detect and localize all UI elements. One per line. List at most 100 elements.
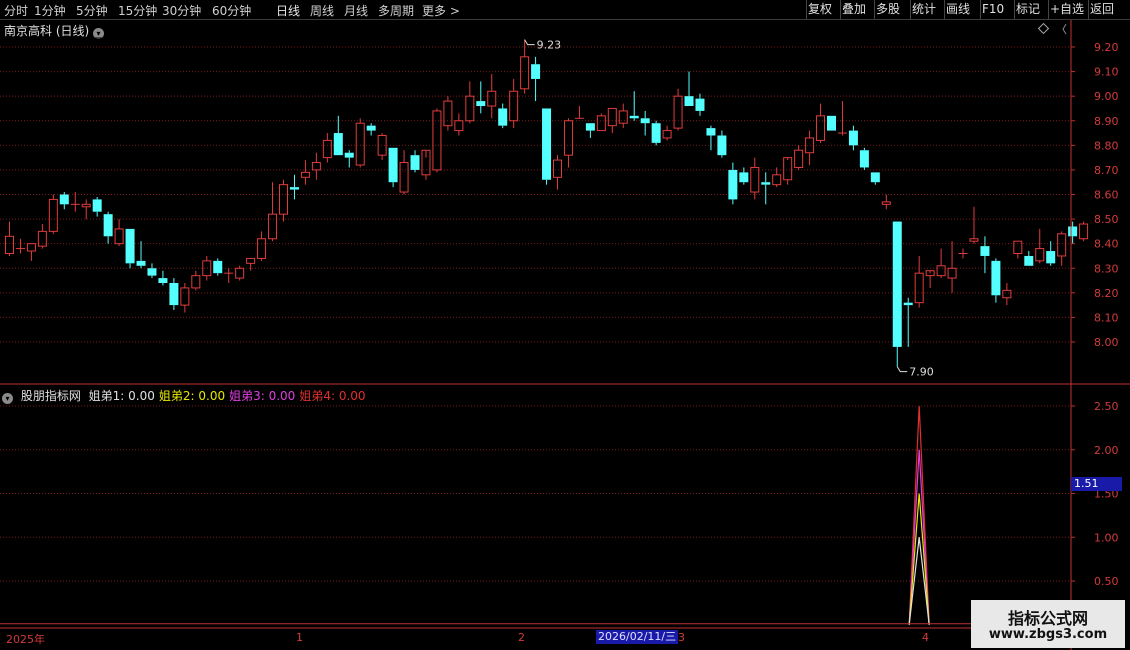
indicator-series-2: 姐弟2: 0.00 [158, 389, 226, 403]
watermark-title: 指标公式网 [1007, 609, 1088, 628]
candle-body [739, 172, 749, 183]
candle-body [695, 98, 705, 111]
indicator-values: 姐弟1: 0.00 姐弟2: 0.00 姐弟3: 0.00 姐弟4: 0.00 [89, 389, 370, 403]
candle-body [59, 194, 69, 205]
candle-body [48, 198, 58, 232]
candle-body [202, 260, 212, 277]
candle-body [388, 147, 398, 183]
candle-body [279, 184, 288, 215]
candle-body [728, 169, 738, 200]
candle-body [772, 174, 782, 186]
candle-body [794, 149, 804, 168]
candle-body [596, 115, 606, 132]
candle-body [213, 260, 223, 274]
candle-body [892, 221, 902, 347]
price-tick-label: 8.30 [1094, 262, 1119, 275]
candle-body [191, 275, 201, 289]
indicator-tick-label: 2.50 [1094, 400, 1119, 413]
candle-body [257, 238, 267, 259]
candle-body [651, 123, 661, 143]
price-tick-label: 8.90 [1094, 115, 1119, 128]
candle-body [859, 150, 869, 168]
cursor-date: 2026/02/11/三 [596, 630, 679, 644]
indicator-series-4: 姐弟4: 0.00 [299, 389, 366, 403]
candle-body [980, 246, 990, 256]
candle-body [761, 182, 771, 185]
candle-body [585, 123, 595, 131]
candle-body [147, 268, 157, 276]
date-label-2: 2 [518, 631, 525, 644]
candle-body [1046, 251, 1056, 264]
candle-body [706, 128, 716, 136]
candle-body [180, 287, 190, 306]
candle-body [750, 166, 760, 193]
price-tick-label: 8.00 [1094, 336, 1119, 349]
candle-body [289, 187, 299, 190]
high-label: 9.23 [537, 39, 562, 52]
indicator-tick-label: 0.50 [1094, 575, 1119, 588]
candle-body [465, 95, 475, 122]
candle-body [399, 162, 409, 193]
candle-body [355, 122, 365, 166]
candle-body [881, 201, 891, 205]
price-tick-label: 8.10 [1094, 311, 1119, 324]
candle-body [1079, 223, 1089, 240]
candle-body [640, 118, 650, 124]
candle-body [235, 267, 245, 279]
candle-body [344, 152, 354, 158]
candle-body [629, 115, 639, 119]
date-label-3: 3 [678, 631, 685, 644]
candle-body [1024, 255, 1034, 266]
candle-body [947, 267, 957, 279]
candle-body [454, 120, 464, 132]
indicator-dropdown-icon[interactable]: ▾ [2, 393, 13, 404]
chevron-left-icon: 〈 [1056, 23, 1067, 36]
price-tick-label: 9.10 [1094, 66, 1119, 79]
candle-body [563, 120, 573, 156]
candle-body [848, 130, 858, 146]
candle-body [1068, 226, 1078, 237]
candle-body [246, 257, 256, 264]
candle-body [1002, 289, 1012, 299]
price-tick-label: 9.20 [1094, 41, 1119, 54]
indicator-header: ▾ 股朋指标网 姐弟1: 0.00 姐弟2: 0.00 姐弟3: 0.00 姐弟4: … [2, 387, 374, 404]
candle-body [114, 228, 124, 245]
price-tick-label: 9.00 [1094, 90, 1119, 103]
price-tick-label: 8.20 [1094, 287, 1119, 300]
candle-body [914, 272, 924, 304]
candle-body [476, 101, 486, 106]
indicator-tick-label: 2.00 [1094, 444, 1119, 457]
candle-body [125, 228, 135, 264]
candle-body [520, 56, 530, 90]
watermark-url: www.zbgs3.com [988, 627, 1108, 642]
candle-body [827, 115, 836, 131]
candle-body [158, 278, 168, 283]
candle-body [322, 139, 332, 159]
candle-body [432, 110, 442, 171]
indicator-name[interactable]: 股朋指标网 [21, 389, 81, 403]
candle-body [618, 110, 628, 124]
candle-body [26, 243, 36, 252]
candle-body [607, 107, 617, 127]
candle-body [991, 260, 1001, 296]
candle-body [903, 302, 913, 306]
candle-body [268, 213, 278, 240]
price-tick-label: 8.60 [1094, 189, 1119, 202]
candle-body [311, 162, 321, 171]
high-marker [524, 39, 535, 46]
low-label: 7.90 [909, 366, 934, 379]
candle-body [1057, 233, 1067, 257]
candle-body [1013, 240, 1023, 254]
crosshair-value: 1.51 [1071, 477, 1122, 491]
candle-body [487, 90, 497, 107]
candle-body [870, 172, 880, 183]
candle-body [300, 171, 310, 178]
indicator-tick-label: 1.00 [1094, 531, 1119, 544]
candle-body [805, 137, 815, 154]
candle-body [498, 108, 508, 126]
candle-body [531, 64, 541, 79]
candle-body [969, 238, 979, 242]
price-chart[interactable]: 9.20 9.10 9.00 8.90 8.80 8.70 8.60 8.50 8.40 8.30… [0, 0, 1130, 650]
candle-body [717, 135, 727, 156]
candle-body [169, 283, 179, 306]
